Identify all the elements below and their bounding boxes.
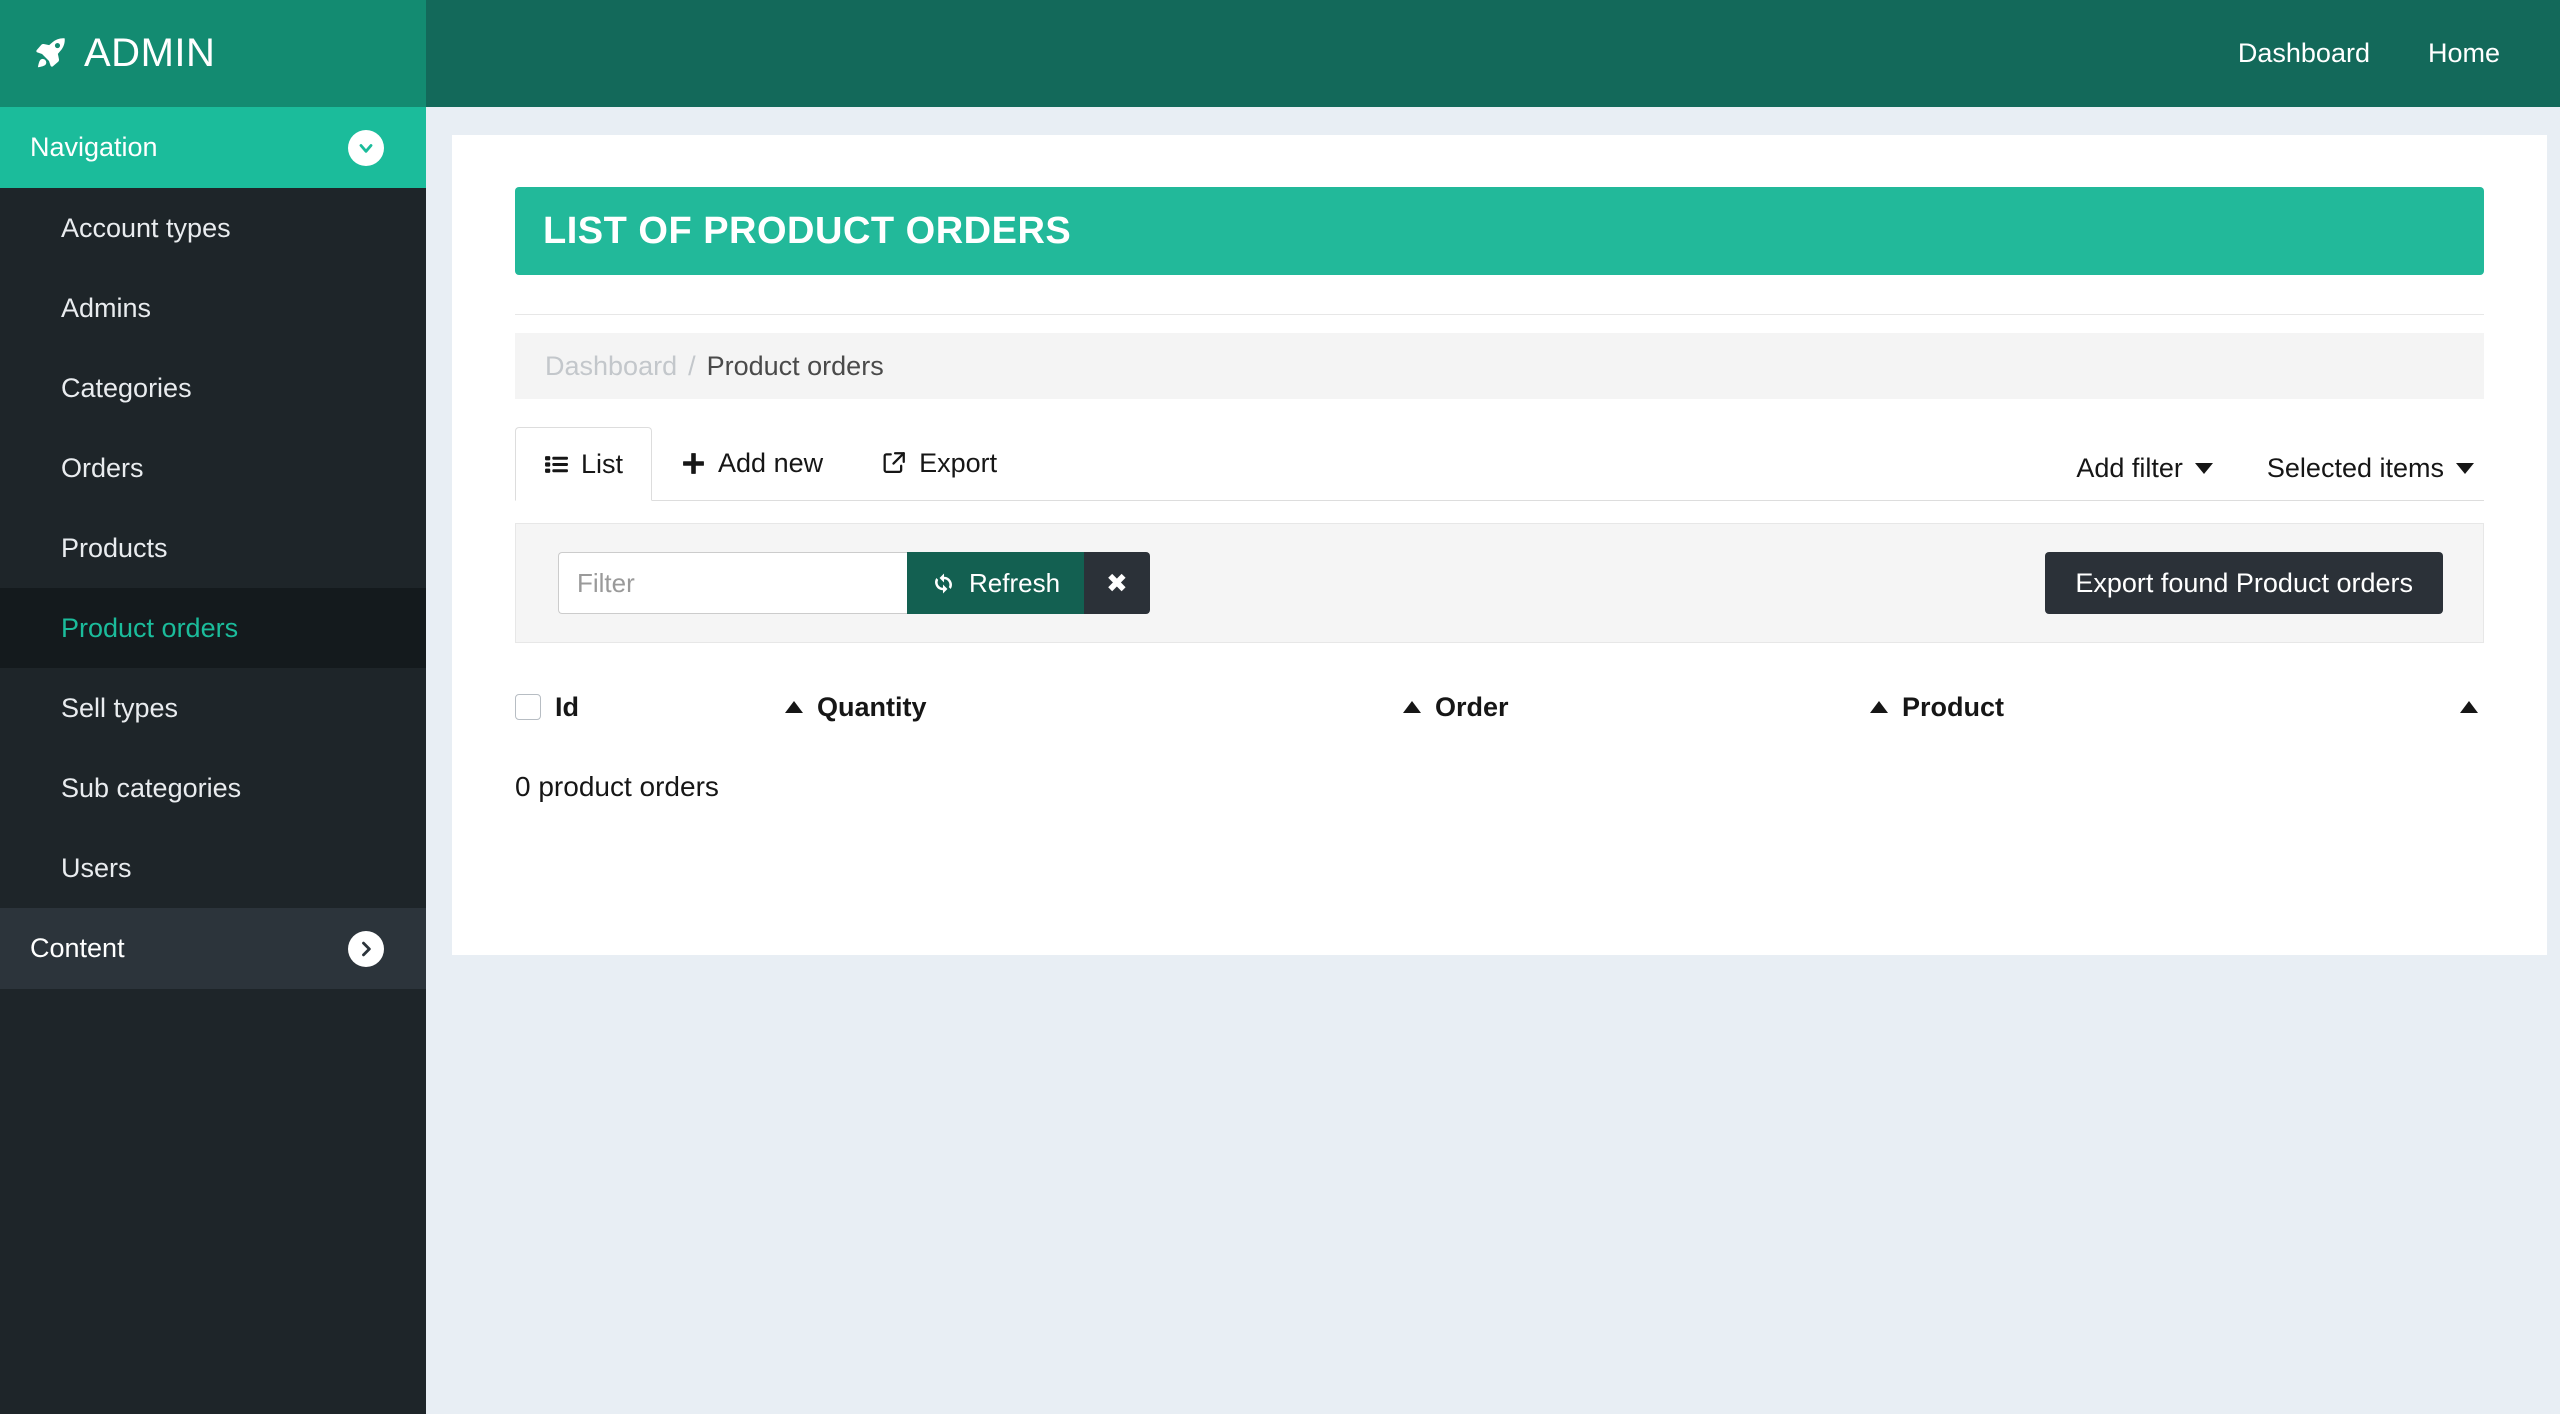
share-export-icon xyxy=(881,450,907,476)
table-header-row: Id Quantity Order Product xyxy=(515,679,2484,735)
filter-input[interactable] xyxy=(558,552,907,614)
sidebar-item-label: Admins xyxy=(61,292,152,323)
tab-bar-actions: Add filter Selected items xyxy=(2076,453,2484,500)
export-found-button[interactable]: Export found Product orders xyxy=(2045,552,2443,614)
select-all-checkbox[interactable] xyxy=(515,694,541,720)
filter-toolbar: Refresh ✖ Export found Product orders xyxy=(515,523,2484,643)
table-header-order[interactable]: Order xyxy=(1403,692,1509,723)
topnav-link-dashboard[interactable]: Dashboard xyxy=(2238,38,2370,69)
sidebar: Navigation Account types Admins Categori… xyxy=(0,107,426,1414)
table-header-id-label: Id xyxy=(555,691,579,722)
panel-header: LIST OF PRODUCT ORDERS xyxy=(515,187,2484,275)
sidebar-item-label: Sell types xyxy=(61,692,179,723)
tab-export-label: Export xyxy=(919,447,998,478)
sidebar-item-label: Sub categories xyxy=(61,772,242,803)
sidebar-section-content-label: Content xyxy=(30,933,125,963)
tab-bar: List Add new Export Add filter Selected … xyxy=(515,427,2484,501)
selected-items-dropdown[interactable]: Selected items xyxy=(2267,453,2474,484)
tab-add-new-label: Add new xyxy=(718,447,824,478)
empty-state-text: 0 product orders xyxy=(515,771,719,802)
table-header-order-label: Order xyxy=(1435,691,1509,722)
sidebar-section-navigation-label: Navigation xyxy=(30,132,158,162)
chevron-right-icon xyxy=(348,930,384,967)
plus-icon xyxy=(681,451,706,476)
sidebar-item-label: Account types xyxy=(61,212,231,243)
sidebar-item-sub-categories[interactable]: Sub categories xyxy=(0,748,426,828)
breadcrumb-separator: / xyxy=(688,350,696,381)
table-header-id[interactable]: Id xyxy=(515,692,579,723)
selected-items-label: Selected items xyxy=(2266,453,2444,483)
main-content: LIST OF PRODUCT ORDERS Dashboard / Produ… xyxy=(426,107,2560,1414)
sidebar-item-label: Product orders xyxy=(61,612,239,643)
page-title: LIST OF PRODUCT ORDERS xyxy=(543,209,1072,252)
tab-add-new[interactable]: Add new xyxy=(652,426,852,500)
sidebar-section-content[interactable]: Content xyxy=(0,908,426,989)
top-bar: ADMIN Dashboard Home xyxy=(0,0,2560,107)
close-icon: ✖ xyxy=(1106,567,1128,598)
filter-input-group: Refresh ✖ xyxy=(558,552,1150,614)
caret-down-icon xyxy=(2194,463,2213,474)
table-header-quantity-label: Quantity xyxy=(817,691,927,722)
clear-filter-button[interactable]: ✖ xyxy=(1084,552,1150,614)
chevron-down-icon xyxy=(348,129,384,166)
brand-logo[interactable]: ADMIN xyxy=(0,0,426,107)
topnav-link-home[interactable]: Home xyxy=(2428,38,2500,69)
rocket-icon xyxy=(30,35,68,73)
sidebar-item-categories[interactable]: Categories xyxy=(0,348,426,428)
add-filter-dropdown[interactable]: Add filter xyxy=(2076,453,2213,484)
refresh-label: Refresh xyxy=(969,567,1061,598)
top-navigation: Dashboard Home xyxy=(426,0,2560,107)
table-header-product[interactable]: Product xyxy=(1870,692,2004,723)
sidebar-item-products[interactable]: Products xyxy=(0,508,426,588)
sidebar-item-label: Products xyxy=(61,532,168,563)
breadcrumb-current: Product orders xyxy=(706,350,884,381)
caret-down-icon xyxy=(2456,463,2474,474)
sidebar-item-users[interactable]: Users xyxy=(0,828,426,908)
tab-list-label: List xyxy=(581,448,624,479)
tabs: List Add new Export xyxy=(515,426,1026,501)
table-header-actions[interactable] xyxy=(2460,701,2478,713)
sort-asc-icon xyxy=(1870,701,1888,713)
sidebar-item-sell-types[interactable]: Sell types xyxy=(0,668,426,748)
breadcrumb-link-dashboard[interactable]: Dashboard xyxy=(545,351,677,382)
sidebar-item-product-orders[interactable]: Product orders xyxy=(0,588,426,668)
table-header-quantity[interactable]: Quantity xyxy=(785,692,927,723)
sort-asc-icon xyxy=(785,701,803,713)
sidebar-item-orders[interactable]: Orders xyxy=(0,428,426,508)
sidebar-item-admins[interactable]: Admins xyxy=(0,268,426,348)
brand-label: ADMIN xyxy=(84,31,216,75)
tab-list[interactable]: List xyxy=(515,427,653,501)
refresh-button[interactable]: Refresh xyxy=(907,552,1085,614)
content-card: LIST OF PRODUCT ORDERS Dashboard / Produ… xyxy=(452,135,2547,955)
add-filter-label: Add filter xyxy=(2076,453,2183,483)
tab-export[interactable]: Export xyxy=(852,426,1026,500)
breadcrumb: Dashboard / Product orders xyxy=(515,333,2484,399)
sort-asc-icon xyxy=(2460,701,2478,713)
sort-asc-icon xyxy=(1403,701,1421,713)
sidebar-item-account-types[interactable]: Account types xyxy=(0,188,426,268)
sidebar-item-label: Orders xyxy=(61,452,144,483)
table-header-product-label: Product xyxy=(1902,691,2005,722)
sidebar-item-label: Categories xyxy=(61,372,192,403)
list-icon xyxy=(544,452,569,477)
divider xyxy=(515,314,2484,315)
sidebar-section-navigation[interactable]: Navigation xyxy=(0,107,426,188)
refresh-icon xyxy=(931,571,956,596)
sidebar-item-label: Users xyxy=(61,852,132,883)
